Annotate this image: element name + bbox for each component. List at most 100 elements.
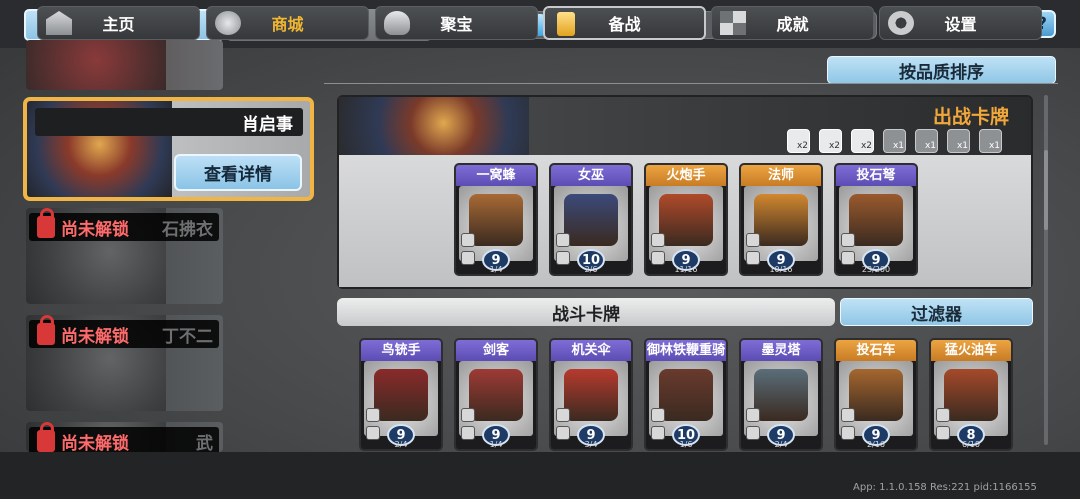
- cost-multiplier: x1: [956, 141, 968, 151]
- view-details-button[interactable]: 查看详情: [174, 154, 302, 191]
- unit-progress: 2/16: [867, 440, 885, 449]
- hero-portrait: [26, 40, 166, 90]
- unit-trait-icon: [746, 251, 760, 265]
- hero-card-locked[interactable]: 尚未解锁 石拂衣: [26, 208, 223, 304]
- unit-name: 女巫: [551, 165, 631, 186]
- cost-icon: x1: [883, 129, 906, 153]
- unit-progress: 1/4: [489, 440, 503, 449]
- cost-icon: x1: [947, 129, 970, 153]
- unit-type-icon: [556, 408, 570, 422]
- unit-card[interactable]: 墨灵塔 9 2/4: [739, 338, 823, 451]
- unit-name: 投石弩: [836, 165, 916, 186]
- sort-by-quality-button[interactable]: 按品质排序: [827, 56, 1056, 84]
- unit-figure: [374, 369, 428, 421]
- cost-icon: x1: [915, 129, 938, 153]
- filter-button[interactable]: 过滤器: [840, 298, 1033, 326]
- unit-card[interactable]: 投石弩 9 23/200: [834, 163, 918, 276]
- unit-type-icon: [651, 408, 665, 422]
- unit-type-icon: [556, 233, 570, 247]
- unit-figure: [754, 194, 808, 246]
- unit-card[interactable]: 机关伞 9 3/4: [549, 338, 633, 451]
- unit-figure: [564, 369, 618, 421]
- unit-name: 一窝蜂: [456, 165, 536, 186]
- unit-trait-icon: [746, 426, 760, 440]
- unit-type-icon: [461, 233, 475, 247]
- lock-icon: [37, 422, 55, 452]
- deck-header: 出战卡牌 x2 x2 x2 x1 x1 x1 x1: [339, 97, 1031, 155]
- unit-figure: [564, 194, 618, 246]
- locked-banner: 尚未解锁 武: [29, 422, 219, 453]
- unit-name: 御林铁鞭重骑兵: [646, 340, 726, 379]
- hero-card-locked[interactable]: 尚未解锁 武: [26, 422, 223, 452]
- cost-multiplier: x2: [828, 141, 840, 151]
- unit-name: 剑客: [456, 340, 536, 361]
- nav-treasure[interactable]: 聚宝: [375, 6, 538, 40]
- lock-icon: [37, 315, 55, 345]
- card-icon: [557, 12, 575, 36]
- unit-card[interactable]: 法师 9 10/16: [739, 163, 823, 276]
- unit-type-icon: [366, 408, 380, 422]
- unit-trait-icon: [651, 426, 665, 440]
- deck-title: 出战卡牌: [932, 106, 1009, 128]
- unit-card[interactable]: 鸟铳手 9 2/4: [359, 338, 443, 451]
- hero-card-locked[interactable]: 尚未解锁 丁不二: [26, 315, 223, 411]
- scrollbar-track[interactable]: [1044, 95, 1048, 445]
- locked-label: 尚未解锁: [61, 326, 129, 347]
- unit-figure: [659, 369, 713, 421]
- unit-name: 机关伞: [551, 340, 631, 361]
- unit-trait-icon: [461, 426, 475, 440]
- hero-name-bar: 肖启事: [35, 108, 303, 136]
- cost-multiplier: x2: [860, 141, 872, 151]
- nav-label: 主页: [102, 15, 135, 34]
- nav-label: 商城: [271, 15, 304, 34]
- hero-name: 石拂衣: [162, 219, 213, 240]
- nav-settings[interactable]: 设置: [879, 6, 1042, 40]
- unit-trait-icon: [651, 251, 665, 265]
- hero-card-partial[interactable]: [26, 40, 223, 90]
- hero-name: 肖启事: [242, 114, 293, 135]
- unit-card[interactable]: 猛火油车 8 6/10: [929, 338, 1013, 451]
- cost-icon: x2: [787, 129, 810, 153]
- divider: [324, 83, 1058, 84]
- hero-card-selected[interactable]: 肖启事 查看详情: [23, 97, 314, 201]
- nav-label: 成就: [776, 15, 809, 34]
- unit-type-icon: [746, 233, 760, 247]
- unit-trait-icon: [936, 426, 950, 440]
- unit-figure: [469, 369, 523, 421]
- deck-cards-area: 一窝蜂 9 1/4 女巫 10 2/6 火炮手 9 11/16 法师 9 10/16 投石弩 9 23/20…: [339, 155, 1031, 287]
- unit-progress: 3/4: [584, 440, 598, 449]
- unit-name: 鸟铳手: [361, 340, 441, 361]
- cost-icon: x1: [979, 129, 1002, 153]
- unit-figure: [849, 369, 903, 421]
- unit-name: 火炮手: [646, 165, 726, 186]
- unit-figure: [659, 194, 713, 246]
- hero-name: 丁不二: [162, 326, 213, 347]
- shop-icon: [215, 11, 241, 35]
- hero-name: 武: [196, 433, 213, 453]
- unit-card[interactable]: 火炮手 9 11/16: [644, 163, 728, 276]
- home-icon: [46, 11, 72, 35]
- deck-panel: 出战卡牌 x2 x2 x2 x1 x1 x1 x1 一窝蜂 9 1/4 女巫 10 2/6 火炮手 9 11…: [337, 95, 1033, 289]
- gear-icon: [888, 11, 914, 35]
- unit-card[interactable]: 一窝蜂 9 1/4: [454, 163, 538, 276]
- scrollbar-thumb[interactable]: [1044, 150, 1048, 230]
- unit-figure: [469, 194, 523, 246]
- nav-home[interactable]: 主页: [37, 6, 200, 40]
- unit-card[interactable]: 女巫 10 2/6: [549, 163, 633, 276]
- unit-trait-icon: [556, 251, 570, 265]
- unit-figure: [754, 369, 808, 421]
- cost-multiplier: x1: [924, 141, 936, 151]
- unit-progress: 10/16: [769, 265, 793, 274]
- nav-achievement[interactable]: 成就: [711, 6, 874, 40]
- unit-card[interactable]: 御林铁鞭重骑兵101/6: [644, 338, 728, 451]
- unit-card[interactable]: 剑客 9 1/4: [454, 338, 538, 451]
- unit-card[interactable]: 投石车 9 2/16: [834, 338, 918, 451]
- unit-type-icon: [841, 233, 855, 247]
- unit-trait-icon: [366, 426, 380, 440]
- unit-type-icon: [461, 408, 475, 422]
- nav-shop[interactable]: 商城: [206, 6, 369, 40]
- unit-name: 墨灵塔: [741, 340, 821, 361]
- nav-label: 聚宝: [440, 15, 473, 34]
- nav-prepare[interactable]: 备战: [543, 6, 706, 40]
- unit-type-icon: [746, 408, 760, 422]
